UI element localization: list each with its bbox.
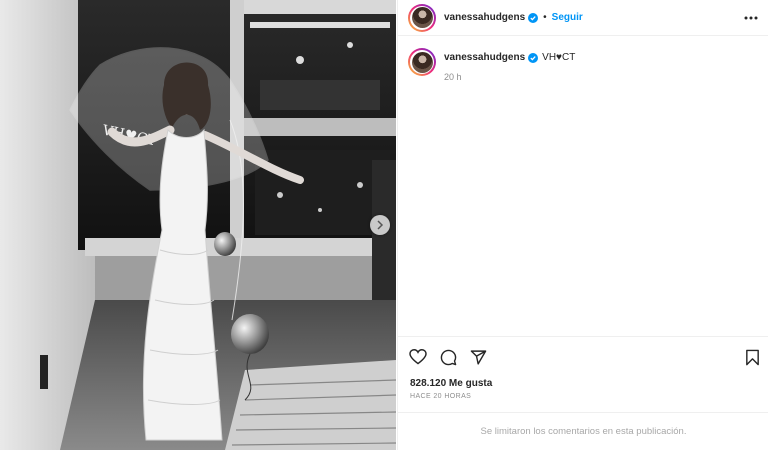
comments-disabled-notice: Se limitaron los comentarios en esta pub… <box>398 412 768 450</box>
caption-username[interactable]: vanessahudgens <box>444 52 525 63</box>
caption-text: VH♥CT <box>542 52 576 63</box>
post-details-panel: vanessahudgens • Seguir vanessahudgens V… <box>397 0 768 450</box>
share-icon[interactable] <box>468 347 488 367</box>
header-separator: • <box>543 12 547 23</box>
like-count[interactable]: 828.120 Me gusta <box>410 378 492 389</box>
caption-avatar[interactable] <box>408 48 436 76</box>
follow-button[interactable]: Seguir <box>552 12 583 23</box>
post-author-username[interactable]: vanessahudgens <box>444 12 525 23</box>
photo-illustration: VH♥CT <box>0 0 396 450</box>
post-header: vanessahudgens • Seguir <box>398 0 768 36</box>
caption: vanessahudgens VH♥CT 20 h <box>408 48 575 82</box>
avatar[interactable] <box>408 3 436 32</box>
chevron-right-icon <box>377 220 384 230</box>
more-options-icon[interactable] <box>743 10 759 26</box>
post-photo[interactable]: VH♥CT <box>0 0 396 450</box>
caption-timestamp[interactable]: 20 h <box>444 72 575 82</box>
verified-badge-icon <box>528 52 539 63</box>
action-bar <box>398 336 768 376</box>
bookmark-icon[interactable] <box>742 347 762 367</box>
post-timestamp[interactable]: HACE 20 HORAS <box>410 393 471 400</box>
heart-icon[interactable] <box>408 347 428 367</box>
verified-badge-icon <box>528 12 539 23</box>
comment-icon[interactable] <box>438 347 458 367</box>
carousel-next-button[interactable] <box>370 215 390 235</box>
